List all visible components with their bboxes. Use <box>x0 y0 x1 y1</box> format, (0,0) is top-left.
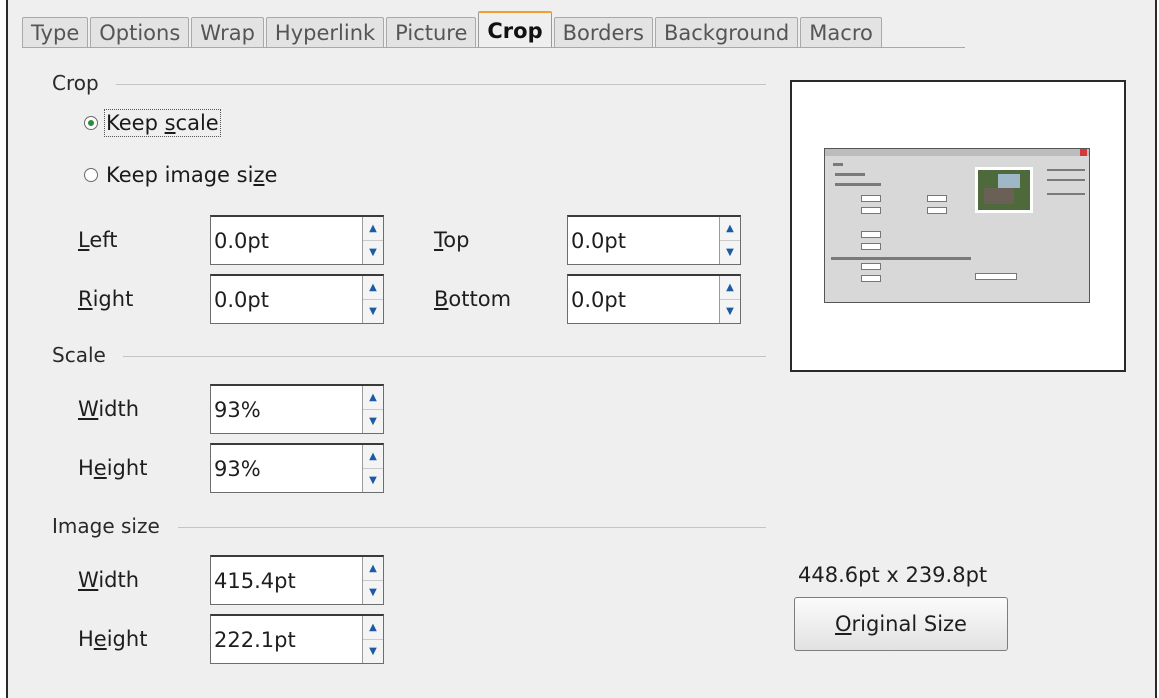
top-input[interactable] <box>568 217 719 264</box>
scale-height-spinbox[interactable]: ▲ ▼ <box>210 443 384 493</box>
spin-up-icon[interactable]: ▲ <box>363 276 383 300</box>
thumb-button <box>975 273 1017 280</box>
thumb-line <box>833 163 843 166</box>
image-height-input[interactable] <box>211 616 362 663</box>
image-height-spin-buttons: ▲ ▼ <box>362 616 383 663</box>
thumb-field <box>861 275 881 282</box>
scale-section-rule <box>123 356 766 357</box>
thumb-line <box>835 183 881 186</box>
scale-width-spin-buttons: ▲ ▼ <box>362 386 383 433</box>
image-width-input[interactable] <box>211 557 362 604</box>
right-spinbox[interactable]: ▲ ▼ <box>210 274 384 324</box>
image-width-label: Width <box>78 568 140 592</box>
scale-height-spin-buttons: ▲ ▼ <box>362 445 383 492</box>
scale-height-input[interactable] <box>211 445 362 492</box>
tab-options[interactable]: Options <box>90 17 190 48</box>
bottom-spinbox[interactable]: ▲ ▼ <box>567 274 741 324</box>
bottom-input[interactable] <box>568 276 719 323</box>
spin-up-icon[interactable]: ▲ <box>720 276 740 300</box>
tab-bar-divider <box>22 47 965 48</box>
scale-width-spinbox[interactable]: ▲ ▼ <box>210 384 384 434</box>
left-label: Left <box>78 228 118 252</box>
spin-up-icon[interactable]: ▲ <box>363 386 383 410</box>
dialog-page: Type Options Wrap Hyperlink Picture Crop… <box>6 0 1157 698</box>
top-label: Top <box>434 228 470 252</box>
tab-bar: Type Options Wrap Hyperlink Picture Crop… <box>22 11 884 48</box>
keep-scale-label: Keep scale <box>104 109 221 137</box>
spin-down-icon[interactable]: ▼ <box>363 640 383 663</box>
tab-background[interactable]: Background <box>654 17 799 48</box>
bottom-spin-buttons: ▲ ▼ <box>719 276 740 323</box>
left-input[interactable] <box>211 217 362 264</box>
crop-section-title: Crop <box>52 71 105 95</box>
thumb-field <box>861 243 881 250</box>
thumb-line <box>831 257 971 260</box>
image-height-spinbox[interactable]: ▲ ▼ <box>210 614 384 664</box>
keep-image-size-label: Keep image size <box>106 163 278 187</box>
right-label: Right <box>78 287 134 311</box>
tab-borders[interactable]: Borders <box>553 17 653 48</box>
scale-width-input[interactable] <box>211 386 362 433</box>
image-height-label: Height <box>78 627 148 651</box>
picture-thumbnail <box>975 167 1033 213</box>
scale-width-label: Width <box>78 397 140 421</box>
original-size-button[interactable]: Original Size <box>794 597 1008 651</box>
tab-picture[interactable]: Picture <box>386 17 477 48</box>
spin-down-icon[interactable]: ▼ <box>720 300 740 323</box>
spin-down-icon[interactable]: ▼ <box>363 300 383 323</box>
thumb-line <box>835 173 865 176</box>
tab-wrap[interactable]: Wrap <box>191 17 264 48</box>
thumb-field <box>861 195 881 202</box>
image-width-spin-buttons: ▲ ▼ <box>362 557 383 604</box>
thumbnail-titlebar <box>825 149 1089 156</box>
radio-indicator <box>84 168 98 182</box>
radio-checked-indicator <box>84 116 98 130</box>
spin-up-icon[interactable]: ▲ <box>363 557 383 581</box>
spin-up-icon[interactable]: ▲ <box>720 217 740 241</box>
top-spin-buttons: ▲ ▼ <box>719 217 740 264</box>
spin-down-icon[interactable]: ▼ <box>363 581 383 604</box>
image-size-section-title: Image size <box>52 514 166 538</box>
spin-down-icon[interactable]: ▼ <box>363 410 383 433</box>
keep-image-size-radio[interactable]: Keep image size <box>84 163 277 187</box>
thumb-field <box>861 231 881 238</box>
tab-type[interactable]: Type <box>22 17 89 48</box>
spin-down-icon[interactable]: ▼ <box>720 241 740 264</box>
close-icon <box>1080 149 1087 156</box>
thumb-field <box>927 195 947 202</box>
bottom-label: Bottom <box>434 287 512 311</box>
spin-down-icon[interactable]: ▼ <box>363 241 383 264</box>
thumb-field <box>861 207 881 214</box>
top-spinbox[interactable]: ▲ ▼ <box>567 215 741 265</box>
original-dimensions-text: 448.6pt x 239.8pt <box>798 563 988 587</box>
tab-hyperlink[interactable]: Hyperlink <box>265 17 385 48</box>
right-input[interactable] <box>211 276 362 323</box>
crop-preview <box>790 80 1126 372</box>
right-spin-buttons: ▲ ▼ <box>362 276 383 323</box>
image-width-spinbox[interactable]: ▲ ▼ <box>210 555 384 605</box>
left-spinbox[interactable]: ▲ ▼ <box>210 215 384 265</box>
scale-section-title: Scale <box>52 343 112 367</box>
thumb-line <box>1047 169 1085 171</box>
thumb-field <box>861 263 881 270</box>
thumb-line <box>1047 179 1085 181</box>
tab-macro[interactable]: Macro <box>800 17 882 48</box>
spin-down-icon[interactable]: ▼ <box>363 469 383 492</box>
keep-scale-radio[interactable]: Keep scale <box>84 109 221 137</box>
scale-height-label: Height <box>78 456 148 480</box>
tab-crop[interactable]: Crop <box>478 11 552 48</box>
left-spin-buttons: ▲ ▼ <box>362 217 383 264</box>
spin-up-icon[interactable]: ▲ <box>363 445 383 469</box>
spin-up-icon[interactable]: ▲ <box>363 616 383 640</box>
thumb-field <box>927 207 947 214</box>
thumb-line <box>1047 193 1085 195</box>
image-size-section-rule <box>178 527 766 528</box>
preview-thumbnail <box>824 148 1090 303</box>
crop-section-rule <box>116 84 766 85</box>
spin-up-icon[interactable]: ▲ <box>363 217 383 241</box>
